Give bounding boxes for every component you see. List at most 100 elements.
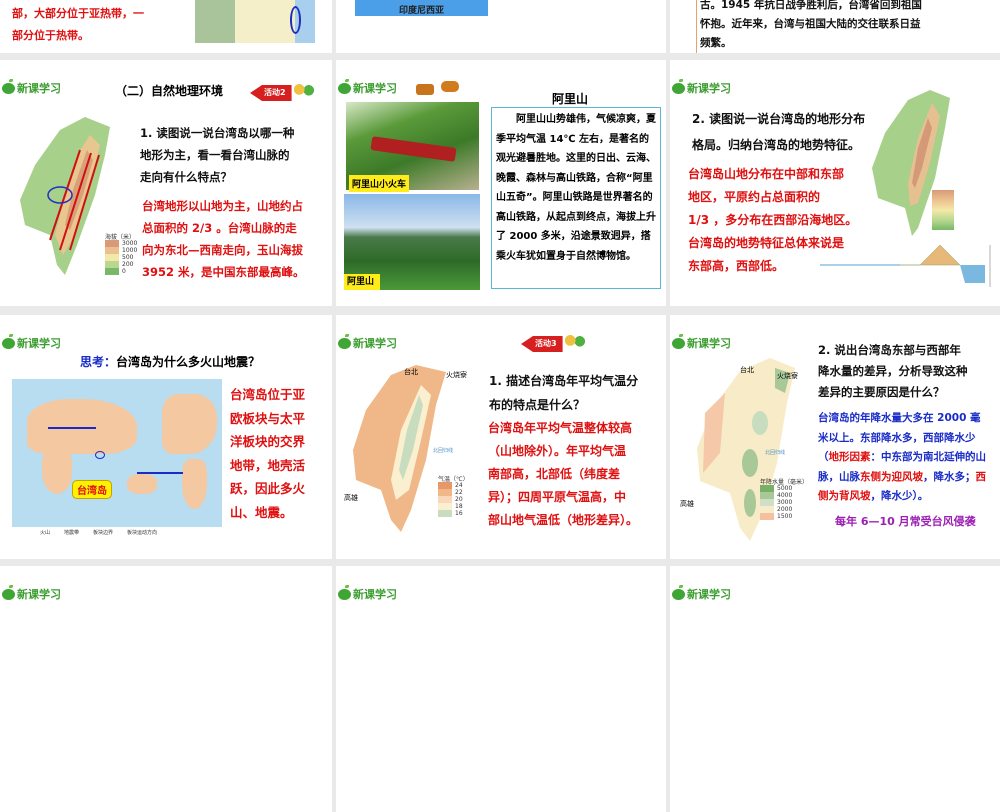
terrain-profile-chart [820, 245, 991, 287]
legend-value: 500 [122, 254, 134, 261]
slide-thumbnail[interactable]: 新课学习 阿里山小火车 阿里山 阿里山 阿里山山势雄伟，气候凉爽，夏季平均气温 … [336, 60, 666, 306]
legend-value: 18 [455, 503, 463, 510]
asia-map-image: 印度尼西亚 [355, 0, 488, 16]
activity-badge: 活动3 [521, 335, 587, 353]
text-line: 部，大部分位于亚热带，一 [12, 7, 144, 20]
legend-item: 火山 [40, 530, 51, 536]
logo-label: 新课学习 [687, 82, 731, 95]
logo-label: 新课学习 [17, 337, 61, 350]
text-line: 1/3 ，多分布在西部沿海地区。 [688, 213, 858, 227]
legend-value: 5000 [777, 485, 793, 492]
place-label: 高雄 [344, 494, 358, 502]
slide-thumbnail[interactable]: 部，大部分位于亚热带，一 部分位于热带。 [0, 0, 332, 53]
mountain-photo: 阿里山 [344, 194, 480, 290]
answer-text: 台湾地形以山地为主，山地约占 总面积的 2/3 。台湾山脉的走 向为东北—西南走… [142, 195, 305, 283]
legend-title: 气温（℃） [438, 476, 469, 483]
question-text: 1. 描述台湾岛年平均气温分 布的特点是什么？ [489, 369, 638, 417]
text-line: 异）；四周平原气温高，中 [488, 490, 627, 504]
answer-part: ，降水少）。 [870, 490, 929, 502]
slide-thumbnail[interactable]: 新课学习 [0, 566, 332, 812]
temperature-legend: 气温（℃） 24 22 20 18 16 [438, 475, 469, 517]
slide-thumbnail[interactable]: 新课学习 活动3 台北 火烧寮 高雄 北回归线 气温（℃） 24 22 20 1… [336, 315, 666, 559]
logo-label: 新课学习 [353, 337, 397, 350]
answer-highlight: 地形因素 [828, 451, 871, 463]
answer-highlight: 东侧为迎风坡 [860, 470, 923, 483]
elevation-legend: 海拔（米） 3000 1000 500 200 0 [105, 233, 137, 275]
photo-caption: 阿里山小火车 [349, 175, 410, 192]
slide-text: 部，大部分位于亚热带，一 部分位于热带。 [12, 3, 144, 47]
typhoon-note: 每年 6—10 月常受台风侵袭 [835, 515, 976, 528]
text-line: 1. 描述台湾岛年平均气温分 [489, 374, 639, 388]
legend-value: 20 [455, 496, 463, 503]
place-label: 台北 [404, 368, 418, 376]
think-question: 思考：台湾岛为什么多火山地震？ [80, 353, 260, 370]
activity-badge: 活动2 [250, 84, 316, 102]
rainfall-legend: 年降水量（毫米） 5000 4000 3000 2000 1500 [760, 478, 808, 520]
text-line: 走向有什么特点？ [140, 170, 232, 184]
text-line: 布的特点是什么？ [489, 398, 586, 412]
elevation-legend [932, 190, 954, 230]
text-line: 台湾岛位于亚 [230, 387, 306, 402]
kids-icon [291, 84, 316, 102]
section-logo: 新课学习 [338, 333, 397, 351]
think-label: 思考： [80, 355, 117, 369]
apple-icon [672, 333, 685, 349]
legend-value: 22 [455, 489, 463, 496]
legend-title: 海拔（米） [105, 234, 136, 241]
logo-label: 新课学习 [17, 82, 61, 95]
slide-thumbnail[interactable]: 印度尼西亚 [336, 0, 666, 53]
text-line: 2. 读图说一说台湾岛的地形分布 [692, 112, 866, 126]
apple-icon [338, 584, 351, 600]
tropic-label: 北回归线 [433, 448, 454, 454]
slide-thumbnail[interactable]: 新课学习 [336, 566, 666, 812]
legend-item: 地震带 [64, 530, 80, 536]
text-line: 向为东北—西南走向，玉山海拔 [142, 243, 303, 257]
slide-thumbnail[interactable]: 古。1945 年抗日战争胜利后，台湾省回到祖国 怀抱。近年来，台湾与祖国大陆的交… [670, 0, 1000, 53]
logo-label: 新课学习 [687, 337, 731, 350]
section-logo: 新课学习 [2, 78, 61, 96]
text-line: 南部高，北部低（纬度差 [488, 467, 621, 481]
wood-icon [441, 81, 459, 92]
taiwan-callout: 台湾岛 [72, 480, 112, 499]
slide-thumbnail[interactable]: 新课学习 [670, 566, 1000, 812]
question-text: 2. 说出台湾岛东部与西部年 降水量的差异，分析导致这种 差异的主要原因是什么？ [818, 340, 968, 403]
text-line: 差异的主要原因是什么？ [818, 385, 945, 399]
place-label: 火烧寮 [777, 372, 798, 380]
question-text: 2. 读图说一说台湾岛的地形分布 格局。归纳台湾岛的地势特征。 [692, 106, 865, 158]
photo-caption: 阿里山 [344, 274, 380, 290]
place-label: 台北 [740, 366, 754, 374]
legend-value: 3000 [777, 499, 793, 506]
china-map-image [195, 0, 315, 43]
legend-item: 板块边界 [93, 530, 114, 536]
text-line: 2. 说出台湾岛东部与西部年 [818, 343, 961, 357]
train-photo: 阿里山小火车 [346, 102, 479, 192]
answer-text: 台湾岛的年降水量大多在 2000 毫米以上。东部降水多，西部降水少（地形因素：中… [818, 409, 990, 507]
text-line: 1. 读图说一说台湾岛以哪一种 [140, 126, 295, 140]
legend-item: 板块运动方向 [127, 530, 158, 536]
answer-part: ，降水多； [923, 470, 976, 483]
place-label: 高雄 [680, 500, 694, 508]
text-line: 欧板块与太平 [230, 410, 306, 426]
question-text: 台湾岛为什么多火山地震？ [116, 355, 261, 369]
slide-title: （二）自然地理环境 [115, 84, 224, 98]
tropic-label: 北回归线 [765, 450, 786, 456]
history-textbox: 古。1945 年抗日战争胜利后，台湾省回到祖国 怀抱。近年来，台湾与祖国大陆的交… [696, 0, 996, 53]
map-label: 印度尼西亚 [398, 6, 444, 16]
slide-title: 阿里山 [552, 92, 589, 106]
slide-thumbnail[interactable]: 新课学习 思考：台湾岛为什么多火山地震？ 台湾岛 火山 地震带 板块边界 板块运… [0, 315, 332, 559]
text-line: 台湾岛山地分布在中部和东部 [688, 167, 845, 181]
text-line: 部分位于热带。 [12, 29, 89, 42]
apple-icon [672, 584, 685, 600]
section-logo: 新课学习 [672, 78, 731, 96]
slide-thumbnail[interactable]: 新课学习 （二）自然地理环境 活动2 海拔（米） 3000 1000 500 2… [0, 60, 332, 306]
legend-value: 1000 [122, 247, 138, 254]
activity-label: 活动3 [521, 336, 563, 352]
section-logo: 新课学习 [672, 333, 731, 351]
text-line: 频繁。 [700, 37, 732, 49]
slide-thumbnail[interactable]: 新课学习 2. 读图说一说台湾岛的地形分布 格局。归纳台湾岛的地势特征。 台湾岛… [670, 60, 1000, 306]
legend-value: 2000 [777, 506, 793, 513]
alishan-textbox: 阿里山山势雄伟，气候凉爽，夏季平均气温 14℃ 左右，是著名的观光避暑胜地。这里… [491, 107, 661, 289]
text-line: 降水量的差异，分析导致这种 [818, 364, 968, 378]
legend-value: 24 [455, 482, 463, 489]
slide-thumbnail[interactable]: 新课学习 台北 火烧寮 高雄 北回归线 年降水量（毫米） 5000 4000 3… [670, 315, 1000, 559]
